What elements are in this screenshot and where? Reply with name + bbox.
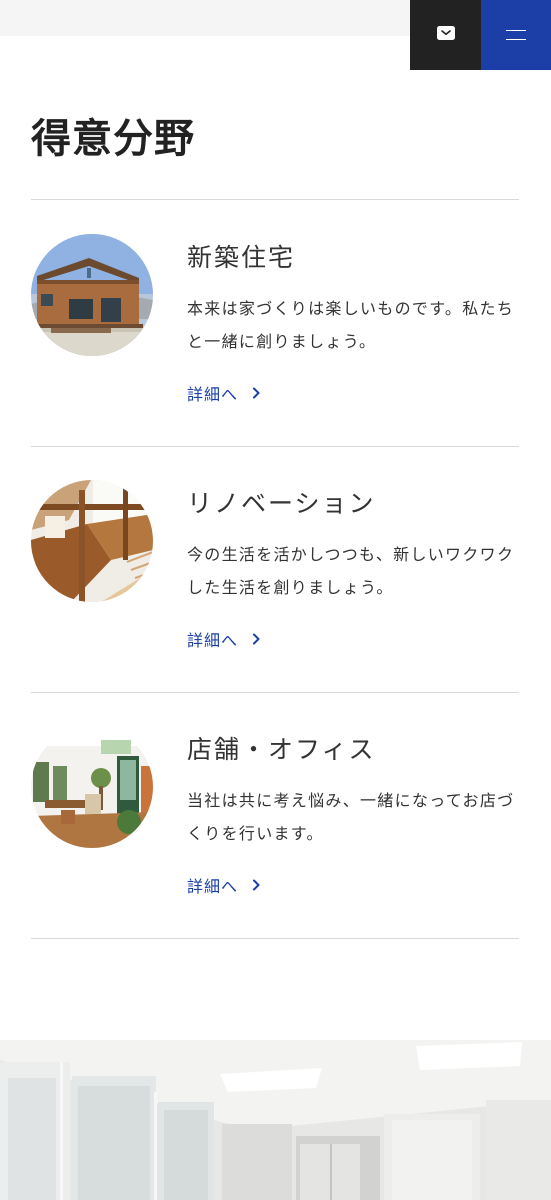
menu-button[interactable] xyxy=(481,0,551,70)
item-description: 本来は家づくりは楽しいものです。私たちと一緒に創りましょう。 xyxy=(187,299,515,351)
detail-link-label: 詳細へ xyxy=(187,877,239,896)
item-title: 店舗・オフィス xyxy=(187,735,376,764)
service-item-shop-office: 店舗・オフィス 当社は共に考え悩み、一緒になってお店づくりを行います。 詳細へ xyxy=(31,692,519,938)
detail-link[interactable]: 詳細へ xyxy=(187,873,260,897)
section-title: 得意分野 xyxy=(31,115,195,162)
chevron-right-icon xyxy=(252,879,260,891)
chevron-right-icon xyxy=(252,633,260,645)
detail-link-label: 詳細へ xyxy=(187,631,239,650)
item-description: 今の生活を活かしつつも、新しいワクワクした生活を創りましょう。 xyxy=(187,545,515,597)
chevron-right-icon xyxy=(252,387,260,399)
mail-icon xyxy=(436,25,456,45)
service-item-new-house: 新築住宅 本来は家づくりは楽しいものです。私たちと一緒に創りましょう。 詳細へ xyxy=(31,200,519,446)
shop-office-photo xyxy=(31,726,153,848)
detail-link[interactable]: 詳細へ xyxy=(187,627,260,651)
detail-link-label: 詳細へ xyxy=(187,385,239,404)
renovation-photo xyxy=(31,480,153,602)
service-item-renovation: リノベーション 今の生活を活かしつつも、新しいワクワクした生活を創りましょう。 … xyxy=(31,446,519,692)
detail-link[interactable]: 詳細へ xyxy=(187,381,260,405)
contact-button[interactable] xyxy=(410,0,481,70)
divider xyxy=(31,938,519,939)
interior-photo xyxy=(0,1040,551,1200)
item-title: 新築住宅 xyxy=(187,243,296,272)
item-title: リノベーション xyxy=(187,489,376,518)
hamburger-icon xyxy=(506,30,526,40)
new-house-photo xyxy=(31,234,153,356)
item-description: 当社は共に考え悩み、一緒になってお店づくりを行います。 xyxy=(187,791,515,843)
